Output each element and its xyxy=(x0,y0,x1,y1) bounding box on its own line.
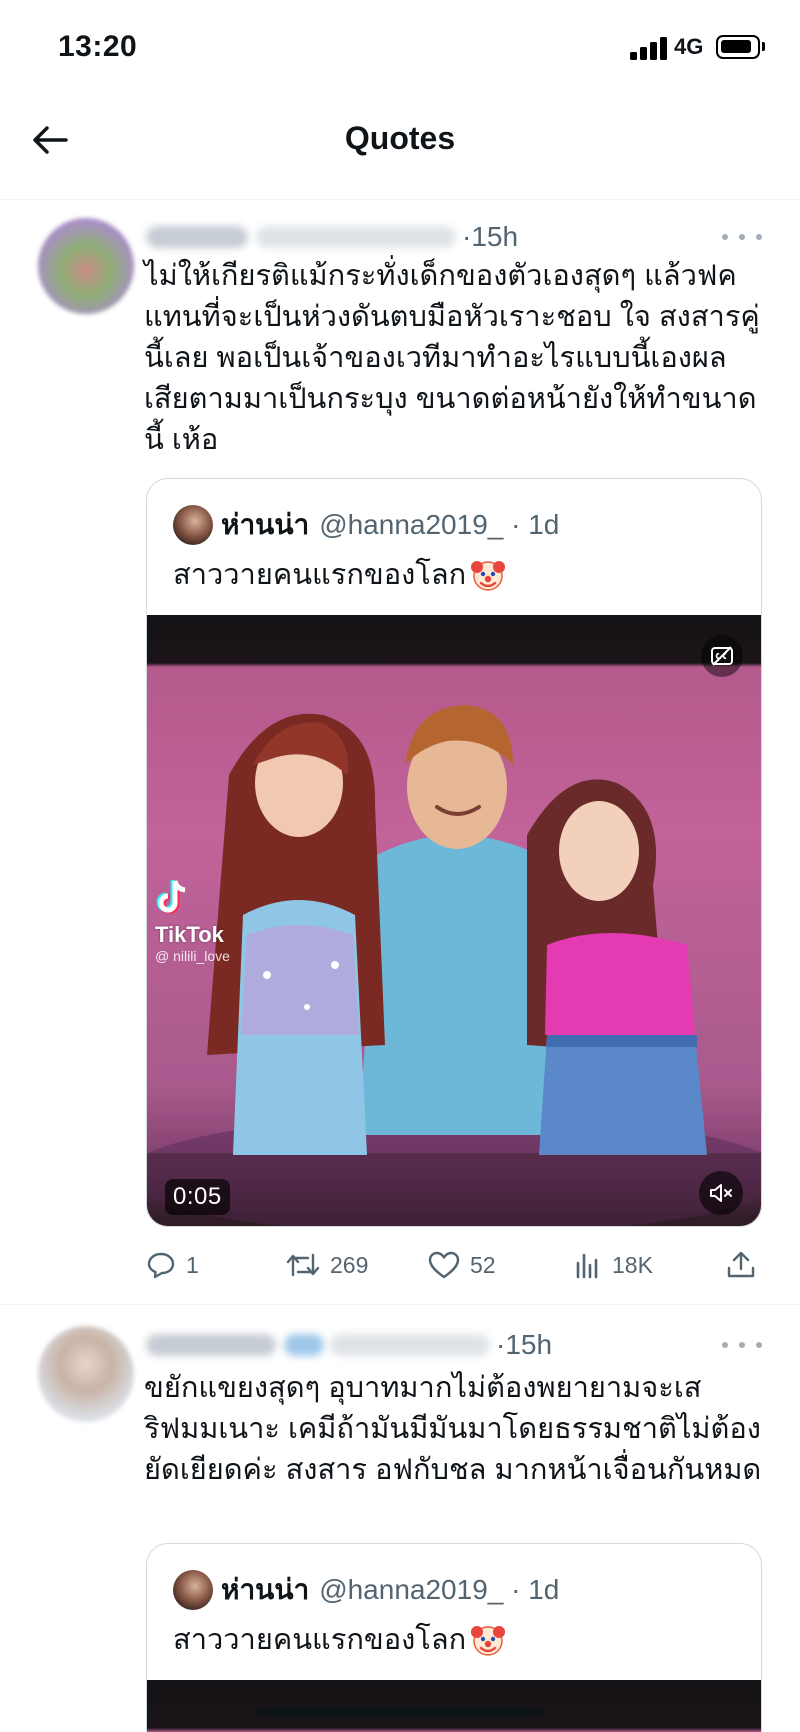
dot-separator: · xyxy=(496,1329,506,1360)
tweet-time: 15h xyxy=(471,221,519,252)
like-count: 52 xyxy=(470,1251,496,1278)
signal-icon xyxy=(630,36,668,60)
page-title: Quotes xyxy=(344,120,456,156)
reply-count: 1 xyxy=(186,1251,199,1278)
verified-badge-redacted xyxy=(284,1334,324,1356)
avatar[interactable] xyxy=(38,218,134,314)
quoted-time: 1d xyxy=(528,1574,560,1605)
speaker-muted-icon xyxy=(710,1184,732,1202)
tweet-author-line: · 15h xyxy=(146,1326,730,1364)
status-time: 13:20 xyxy=(58,30,138,63)
video-player[interactable]: TikTok @ nilili_love 0:05 xyxy=(147,615,761,1226)
heart-icon xyxy=(428,1251,460,1279)
tweet-time: 15h xyxy=(505,1329,553,1360)
tweet-text: ไม่ให้เกียรติแม้กระทั่งเด็กของตัวเองสุดๆ… xyxy=(144,260,760,456)
author-name-redacted[interactable] xyxy=(146,1334,276,1356)
tweet-author-line: · 15h xyxy=(146,218,730,256)
retweet-button[interactable]: 269 xyxy=(286,1240,368,1290)
page-header: Quotes xyxy=(0,96,800,200)
tweet-text: ขยักแขยงสุดๆ อุบาทมากไม่ต้องพยายามจะเสริ… xyxy=(144,1372,762,1486)
retweet-count: 269 xyxy=(330,1251,369,1278)
tiktok-wordmark: TikTok xyxy=(155,922,224,947)
quote-tweet[interactable]: · 15h ไม่ให้เกียรติแม้กระทั่งเด็กของตัวเ… xyxy=(0,200,800,1305)
tweet-actions: 1 269 52 18K xyxy=(146,1240,762,1290)
retweet-icon xyxy=(286,1253,320,1277)
clown-face-icon xyxy=(471,1626,506,1656)
quoted-author-line: ห่านน่า @hanna2019_ · 1d xyxy=(221,505,559,545)
tiktok-logo-icon xyxy=(156,880,186,914)
video-duration: 0:05 xyxy=(165,1179,230,1215)
share-button[interactable] xyxy=(726,1240,766,1290)
tiktok-username: @ nilili_love xyxy=(155,948,230,964)
dot-separator: · xyxy=(503,509,529,540)
quoted-avatar[interactable] xyxy=(173,505,213,545)
avatar[interactable] xyxy=(38,1326,134,1422)
reply-button[interactable]: 1 xyxy=(146,1240,199,1290)
network-label: 4G xyxy=(674,34,704,59)
views-count: 18K xyxy=(612,1251,653,1278)
quoted-author-name: ห่านน่า xyxy=(221,1574,310,1605)
quoted-avatar[interactable] xyxy=(173,1570,213,1610)
quoted-time: 1d xyxy=(528,509,560,540)
like-button[interactable]: 52 xyxy=(428,1240,496,1290)
clown-face-icon xyxy=(471,561,506,591)
share-icon xyxy=(727,1251,755,1278)
author-handle-redacted xyxy=(330,1334,490,1356)
quoted-tweet-card[interactable]: ห่านน่า @hanna2019_ · 1d สาววายคนแรกของโ… xyxy=(146,478,762,1227)
more-options-button[interactable] xyxy=(722,222,762,252)
quoted-text-line: สาววายคนแรกของโลก xyxy=(173,1620,506,1660)
quoted-tweet-card[interactable]: ห่านน่า @hanna2019_ · 1d สาววายคนแรกของโ… xyxy=(146,1543,762,1732)
quoted-text-line: สาววายคนแรกของโลก xyxy=(173,555,506,595)
quoted-author-line: ห่านน่า @hanna2019_ · 1d xyxy=(221,1570,559,1610)
home-indicator[interactable] xyxy=(256,1707,546,1717)
tiktok-watermark: TikTok @ nilili_love xyxy=(155,877,230,964)
analytics-icon xyxy=(576,1253,598,1279)
video-player[interactable] xyxy=(147,1680,761,1732)
battery-icon xyxy=(716,35,760,59)
quoted-author-name: ห่านน่า xyxy=(221,509,310,540)
status-bar: 13:20 4G xyxy=(0,0,800,96)
author-name-redacted[interactable] xyxy=(146,226,248,248)
quoted-author-handle: @hanna2019_ xyxy=(319,509,504,540)
author-handle-redacted xyxy=(256,226,456,248)
captions-button[interactable] xyxy=(701,635,743,677)
quote-tweet[interactable]: · 15h ขยักแขยงสุดๆ อุบาทมากไม่ต้องพยายาม… xyxy=(0,1306,800,1732)
quoted-text: สาววายคนแรกของโลก xyxy=(173,559,467,591)
mute-button[interactable] xyxy=(699,1171,743,1215)
battery-nub xyxy=(762,42,765,51)
quoted-author-handle: @hanna2019_ xyxy=(319,1574,504,1605)
more-options-button[interactable] xyxy=(722,1330,762,1360)
video-frame xyxy=(147,705,761,1226)
dot-separator: · xyxy=(503,1574,529,1605)
views-button[interactable]: 18K xyxy=(574,1240,653,1290)
quoted-text: สาววายคนแรกของโลก xyxy=(173,1624,467,1656)
captions-off-icon xyxy=(711,646,733,666)
dot-separator: · xyxy=(462,221,472,252)
reply-icon xyxy=(147,1252,175,1279)
